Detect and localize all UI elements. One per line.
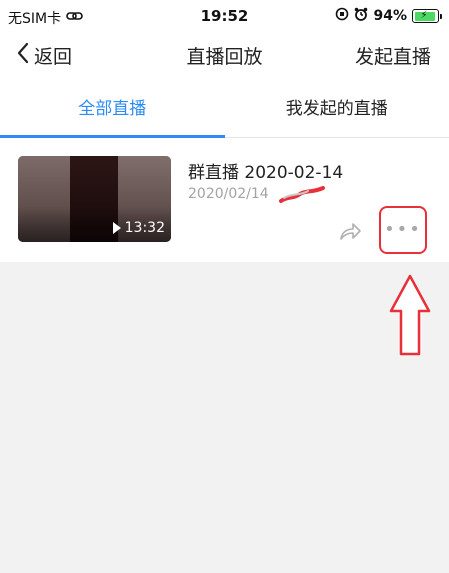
redaction-scribble (279, 186, 325, 203)
start-live-button[interactable]: 发起直播 (355, 42, 431, 69)
video-thumbnail[interactable]: 13:32 (18, 156, 171, 242)
more-dots-icon: ••• (384, 219, 422, 240)
replay-date: 2020/02/14 (188, 186, 269, 202)
status-bar: 无SIM卡 19:52 94% ⚡ (0, 0, 449, 32)
orientation-lock-icon (335, 7, 349, 25)
play-icon (112, 222, 121, 234)
share-icon[interactable] (338, 221, 362, 245)
replay-list-item[interactable]: 13:32 群直播 2020-02-14 2020/02/14 ••• (0, 138, 449, 262)
duration-label: 13:32 (124, 220, 165, 236)
navigation-bar: 返回 直播回放 发起直播 (0, 32, 449, 80)
tab-my-live[interactable]: 我发起的直播 (225, 82, 449, 137)
status-right: 94% ⚡ (335, 7, 442, 25)
annotation-arrow-up-icon (389, 274, 431, 356)
alarm-icon (354, 7, 368, 25)
replay-title: 群直播 2020-02-14 (188, 163, 344, 183)
more-button[interactable]: ••• (379, 206, 427, 254)
tab-all-live[interactable]: 全部直播 (0, 82, 225, 138)
tab-bar: 全部直播 我发起的直播 (0, 82, 449, 138)
video-duration: 13:32 (112, 220, 165, 236)
battery-percent: 94% (373, 8, 407, 24)
battery-icon: ⚡ (412, 9, 442, 23)
